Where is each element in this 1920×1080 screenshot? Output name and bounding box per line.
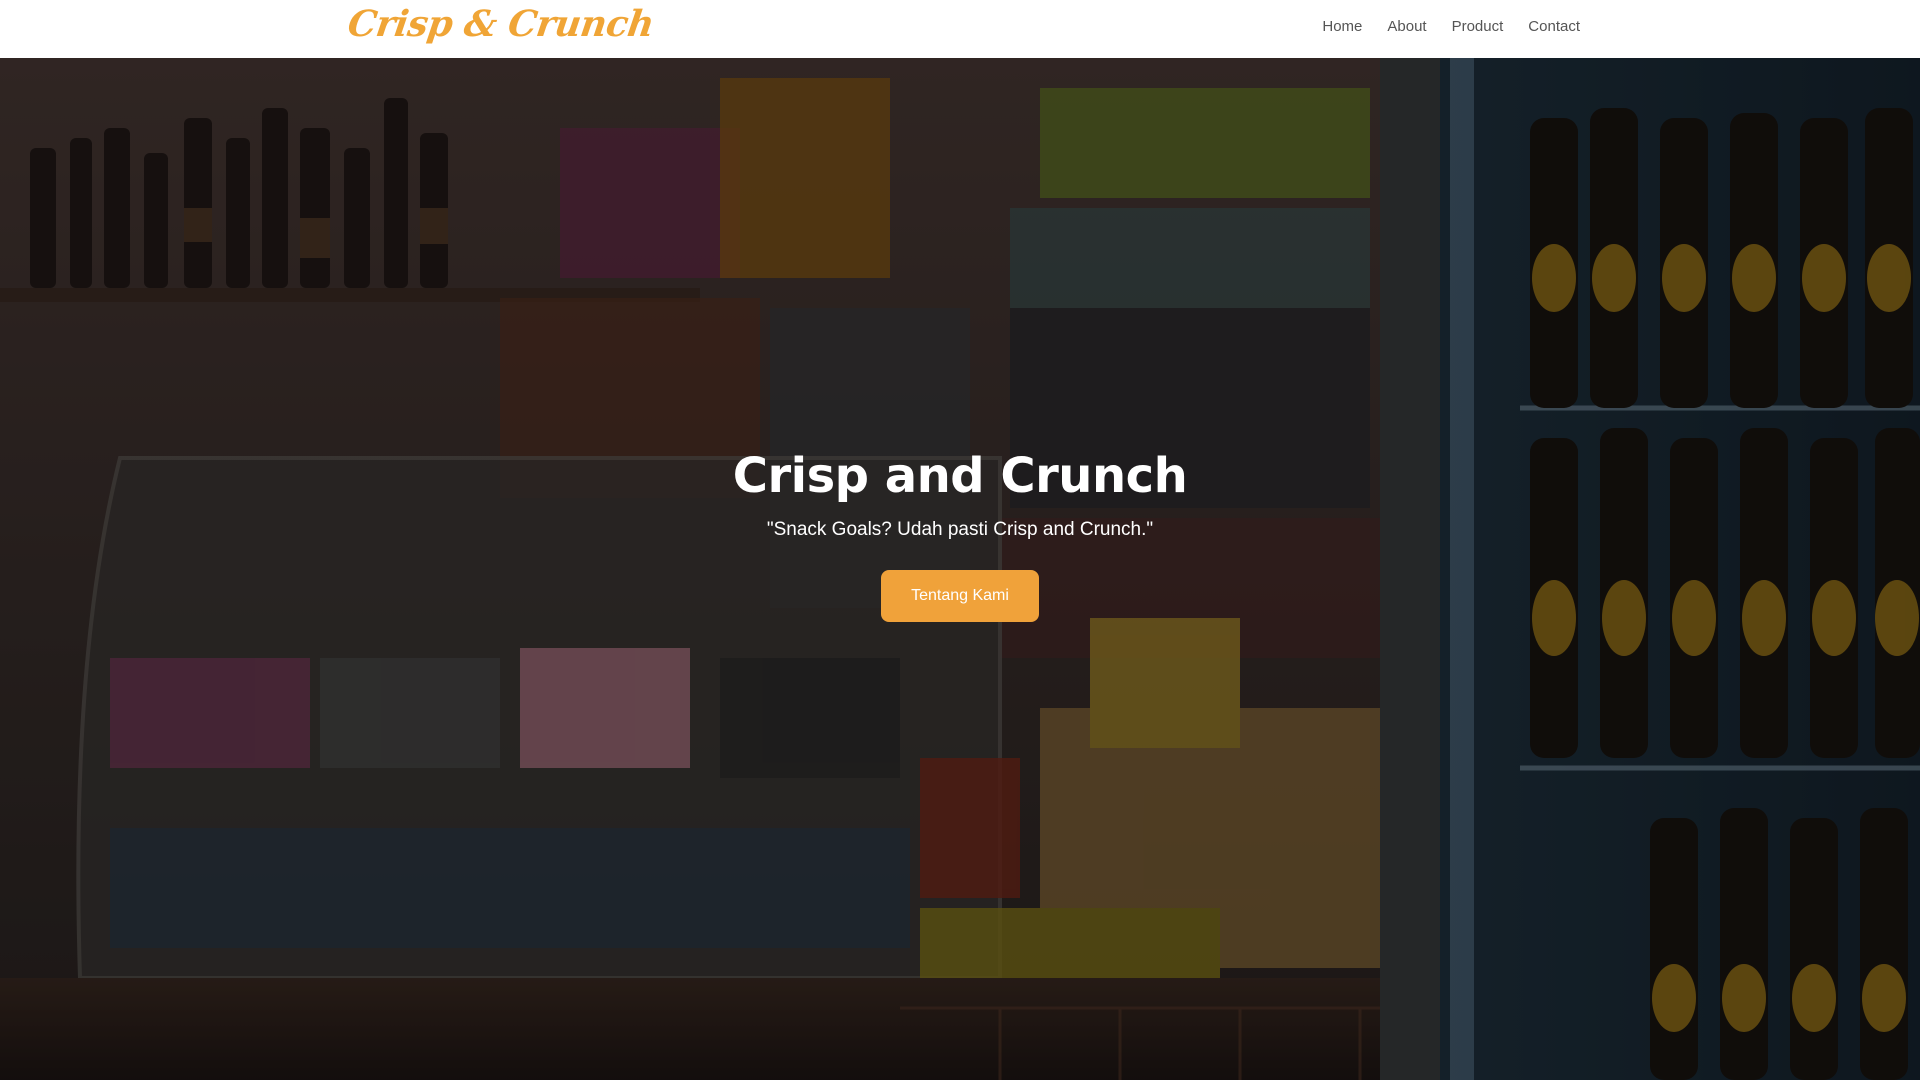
hero-section: Crisp and Crunch "Snack Goals? Udah past…: [0, 58, 1920, 1080]
main-nav: Home About Product Contact: [1322, 0, 1580, 52]
hero-content: Crisp and Crunch "Snack Goals? Udah past…: [0, 446, 1920, 622]
nav-link-home[interactable]: Home: [1322, 18, 1362, 35]
nav-link-about[interactable]: About: [1387, 18, 1426, 35]
nav-link-product[interactable]: Product: [1452, 18, 1504, 35]
nav-link-contact[interactable]: Contact: [1528, 18, 1580, 35]
about-us-button[interactable]: Tentang Kami: [881, 570, 1039, 622]
hero-tagline: "Snack Goals? Udah pasti Crisp and Crunc…: [766, 519, 1154, 540]
brand-logo[interactable]: Crisp & Crunch: [344, 0, 656, 50]
hero-title: Crisp and Crunch: [732, 448, 1188, 504]
top-navbar: Crisp & Crunch Home About Product Contac…: [0, 0, 1920, 58]
